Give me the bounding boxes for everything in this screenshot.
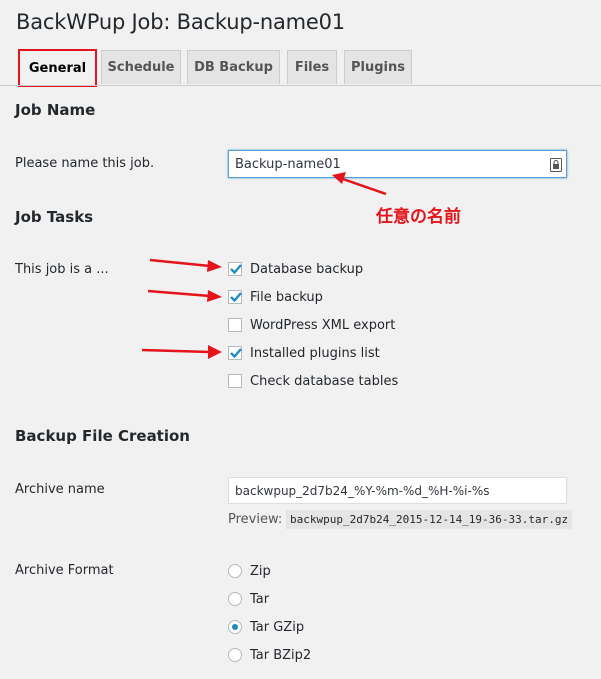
task-database-backup[interactable]: Database backup [228,259,363,279]
checkbox-database-backup[interactable] [228,262,242,276]
radio-tar-bzip2[interactable] [228,648,242,662]
checkbox-check-database-tables[interactable] [228,374,242,388]
check-icon [230,264,242,275]
annotation-arrow-name [332,172,387,196]
tab-general[interactable]: General [18,49,97,87]
tab-files[interactable]: Files [287,50,337,84]
task-label: Check database tables [250,373,399,389]
radio-tar[interactable] [228,592,242,606]
tab-plugins[interactable]: Plugins [344,50,412,84]
format-label: Zip [250,563,271,579]
task-check-database-tables[interactable]: Check database tables [228,371,398,391]
job-tasks-label: This job is a ... [15,262,109,277]
archive-name-label: Archive name [15,482,105,497]
checkbox-file-backup[interactable] [228,290,242,304]
format-zip[interactable]: Zip [228,561,271,581]
format-tar-bzip2[interactable]: Tar BZip2 [228,645,311,665]
format-tar-gzip[interactable]: Tar GZip [228,617,304,637]
annotation-arrow-plugins [141,345,222,359]
task-wordpress-xml-export[interactable]: WordPress XML export [228,315,395,335]
format-label: Tar [250,591,270,607]
task-label: Installed plugins list [250,345,380,361]
format-label: Tar BZip2 [250,647,312,663]
page-title: BackWPup Job: Backup-name01 [16,10,345,34]
check-icon [230,348,242,359]
annotation-text: 任意の名前 [376,207,461,227]
preview-value: backwpup_2d7b24_2015-12-14_19-36-33.tar.… [286,510,573,529]
job-name-input[interactable]: Backup-name01 [228,150,567,178]
task-label: File backup [250,289,323,305]
section-job-tasks: Job Tasks [15,208,94,226]
archive-name-input[interactable]: backwpup_2d7b24_%Y-%m-%d_%H-%i-%s [228,477,567,504]
check-icon [230,292,242,303]
format-tar[interactable]: Tar [228,589,269,609]
tab-db-backup[interactable]: DB Backup [187,50,280,84]
tabs-divider [0,85,601,86]
radio-tar-gzip[interactable] [228,620,242,634]
task-label: Database backup [250,261,364,277]
section-backup-file-creation: Backup File Creation [15,427,190,445]
task-file-backup[interactable]: File backup [228,287,323,307]
annotation-arrow-file [147,289,222,302]
task-installed-plugins-list[interactable]: Installed plugins list [228,343,380,363]
radio-zip[interactable] [228,564,242,578]
preview-label: Preview: [228,512,283,527]
password-manager-icon[interactable] [550,158,562,172]
tab-schedule[interactable]: Schedule [101,50,181,84]
format-label: Tar GZip [250,619,305,635]
job-name-label: Please name this job. [15,156,155,171]
archive-name-value: backwpup_2d7b24_%Y-%m-%d_%H-%i-%s [235,483,490,498]
checkbox-wordpress-xml-export[interactable] [228,318,242,332]
task-label: WordPress XML export [250,317,396,333]
job-name-value: Backup-name01 [235,156,341,172]
section-job-name: Job Name [15,101,96,119]
annotation-arrow-database [149,258,222,272]
checkbox-installed-plugins-list[interactable] [228,346,242,360]
archive-format-label: Archive Format [15,563,114,578]
